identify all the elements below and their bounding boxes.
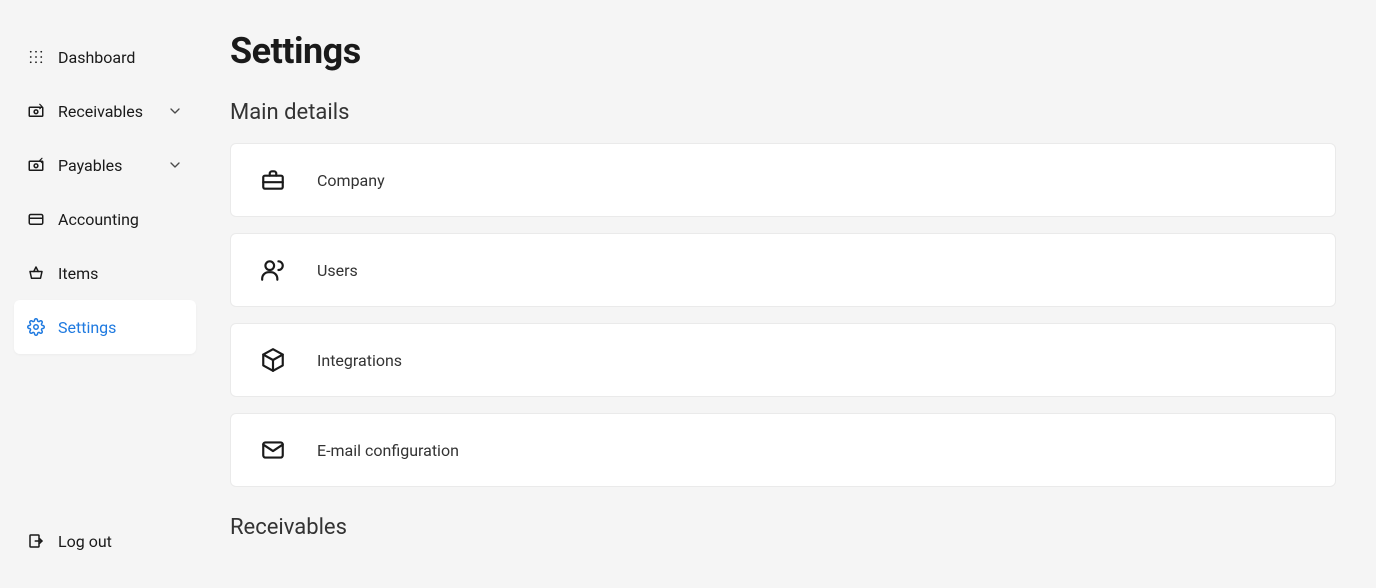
- sidebar-item-label: Items: [58, 264, 184, 283]
- sidebar-item-label: Payables: [58, 156, 166, 175]
- sidebar-item-settings[interactable]: Settings: [14, 300, 196, 354]
- chevron-down-icon: [166, 156, 184, 174]
- card-icon: [26, 209, 46, 229]
- section-title-main-details: Main details: [230, 100, 1336, 125]
- card-label: E-mail configuration: [317, 441, 459, 460]
- card-users[interactable]: Users: [230, 233, 1336, 307]
- card-label: Company: [317, 171, 385, 190]
- main-content: Settings Main details Company: [210, 0, 1376, 588]
- card-label: Integrations: [317, 351, 402, 370]
- section-title-receivables: Receivables: [230, 515, 1336, 540]
- money-out-icon: [26, 155, 46, 175]
- sidebar-item-label: Settings: [58, 318, 184, 337]
- card-integrations[interactable]: Integrations: [230, 323, 1336, 397]
- sidebar-item-logout[interactable]: Log out: [14, 514, 196, 568]
- logout-icon: [26, 531, 46, 551]
- money-in-icon: [26, 101, 46, 121]
- users-icon: [259, 256, 287, 284]
- card-company[interactable]: Company: [230, 143, 1336, 217]
- sidebar-item-label: Receivables: [58, 102, 166, 121]
- sidebar-item-dashboard[interactable]: Dashboard: [14, 30, 196, 84]
- sidebar-item-payables[interactable]: Payables: [14, 138, 196, 192]
- sidebar-item-label: Log out: [58, 532, 184, 551]
- sidebar-item-accounting[interactable]: Accounting: [14, 192, 196, 246]
- mail-icon: [259, 436, 287, 464]
- sidebar-item-label: Dashboard: [58, 48, 184, 67]
- gear-icon: [26, 317, 46, 337]
- chevron-down-icon: [166, 102, 184, 120]
- sidebar-item-receivables[interactable]: Receivables: [14, 84, 196, 138]
- page-title: Settings: [230, 30, 1336, 72]
- cube-icon: [259, 346, 287, 374]
- sidebar-spacer: [14, 354, 196, 474]
- main-details-cards: Company Users: [230, 143, 1336, 487]
- sidebar: Dashboard Receivables: [0, 0, 210, 588]
- grid-icon: [26, 47, 46, 67]
- briefcase-icon: [259, 166, 287, 194]
- sidebar-item-items[interactable]: Items: [14, 246, 196, 300]
- card-label: Users: [317, 261, 358, 280]
- card-email-configuration[interactable]: E-mail configuration: [230, 413, 1336, 487]
- app-layout: Dashboard Receivables: [0, 0, 1376, 588]
- basket-icon: [26, 263, 46, 283]
- nav-list: Dashboard Receivables: [14, 30, 196, 354]
- sidebar-item-label: Accounting: [58, 210, 184, 229]
